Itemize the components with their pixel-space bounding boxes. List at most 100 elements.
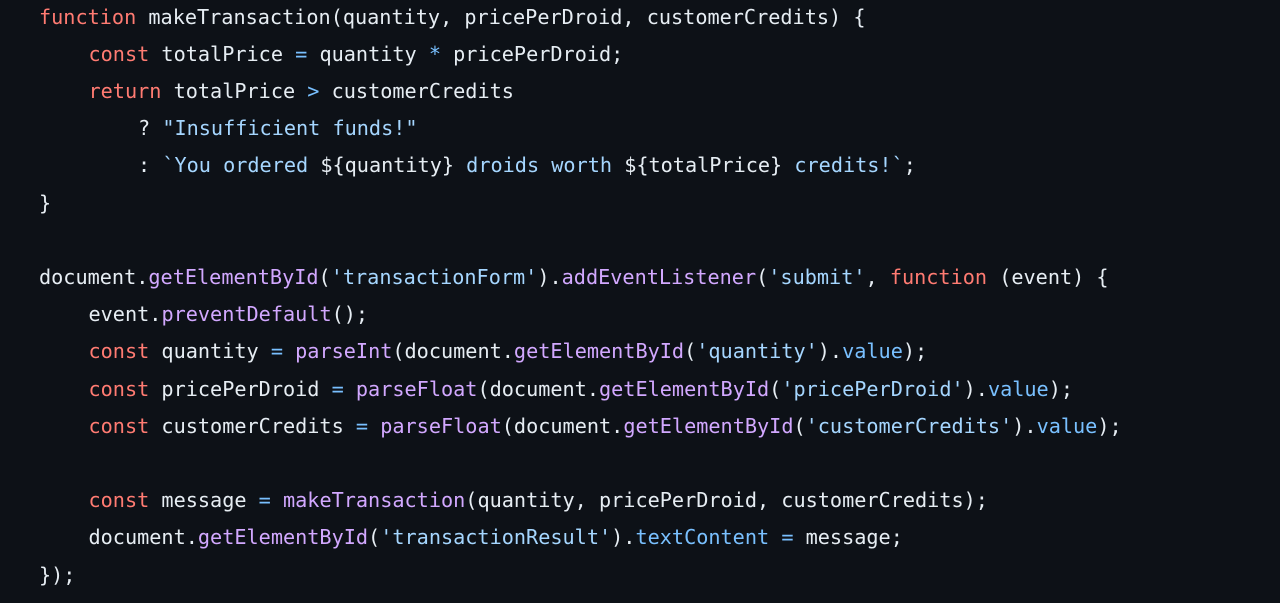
- code-token-default: pricePerDroid;: [441, 41, 624, 66]
- code-token-function: preventDefault: [161, 302, 332, 327]
- code-token-default: [271, 488, 283, 512]
- code-token-default: [344, 377, 356, 401]
- code-token-default: (event) {: [987, 264, 1109, 289]
- code-token-function: getElementById: [197, 525, 369, 550]
- code-token-default: totalPrice: [161, 78, 308, 103]
- code-token-string: 'submit': [768, 264, 866, 289]
- code-token-property: value: [987, 376, 1049, 401]
- code-token-keyword: function: [889, 264, 988, 289]
- code-token-default: });: [39, 562, 76, 587]
- code-token-function: addEventListener: [561, 264, 757, 289]
- code-token-function: getElementById: [599, 376, 770, 401]
- code-token-property: value: [1036, 413, 1098, 438]
- code-line: return totalPrice > customerCredits: [89, 73, 514, 110]
- code-token-keyword: function: [39, 4, 137, 29]
- code-line: const totalPrice = quantity * pricePerDr…: [89, 36, 624, 73]
- code-token-default: quantity: [307, 41, 429, 66]
- code-token-default: message: [149, 488, 259, 513]
- code-token-keyword: const: [88, 413, 150, 438]
- code-token-default: makeTransaction(quantity, pricePerDroid,…: [136, 4, 866, 29]
- code-token-default: :: [138, 153, 163, 178]
- code-token-function: getElementById: [148, 264, 319, 289]
- code-token-string: `You ordered: [162, 153, 321, 178]
- code-token-keyword: const: [88, 488, 150, 513]
- code-token-default: quantity: [149, 339, 271, 364]
- code-token-default: ).: [1012, 413, 1037, 438]
- code-token-default: message;: [793, 525, 903, 550]
- code-line: });: [39, 557, 75, 594]
- code-line: const pricePerDroid = parseFloat(documen…: [89, 371, 1074, 408]
- code-line: const quantity = parseInt(document.getEl…: [89, 333, 928, 370]
- code-token-default: (: [769, 376, 782, 401]
- code-line: }: [39, 185, 51, 222]
- code-line: ? "Insufficient funds!": [138, 110, 418, 147]
- code-token-default: ).: [817, 339, 843, 364]
- code-token-keyword: return: [88, 78, 162, 103]
- code-token-default: (: [756, 264, 769, 289]
- code-token-string: credits!`: [782, 153, 904, 178]
- code-token-keyword: const: [88, 41, 150, 66]
- code-token-operator: =: [781, 525, 794, 550]
- code-token-default: [769, 525, 781, 549]
- code-token-default: totalPrice: [149, 41, 296, 66]
- code-token-default: (: [793, 413, 806, 438]
- code-token-default: ).: [611, 525, 636, 550]
- code-token-default: (: [368, 525, 381, 550]
- code-token-string: 'pricePerDroid': [781, 376, 964, 401]
- code-token-default: customerCredits: [319, 78, 514, 103]
- code-token-default: ?: [138, 116, 163, 141]
- code-token-default: ,: [865, 264, 890, 289]
- code-line: const customerCredits = parseFloat(docum…: [89, 408, 1122, 445]
- code-token-string: "Insufficient funds!": [162, 116, 418, 141]
- code-token-default: );: [1048, 376, 1074, 401]
- code-token-string: 'transactionResult': [380, 525, 612, 550]
- code-token-function: makeTransaction: [282, 488, 466, 513]
- code-token-default: ();: [331, 302, 369, 327]
- code-token-default: ${quantity}: [320, 153, 455, 178]
- code-token-operator: >: [307, 78, 320, 103]
- code-token-operator: =: [355, 413, 369, 438]
- code-token-default: (: [684, 339, 697, 364]
- code-token-operator: =: [331, 376, 344, 401]
- code-token-default: [283, 339, 295, 363]
- code-token-string: 'quantity': [696, 339, 818, 364]
- code-token-default: ).: [537, 264, 562, 289]
- code-token-string: 'transactionForm': [330, 264, 538, 289]
- code-token-default: document.: [88, 525, 198, 550]
- code-token-default: [368, 414, 380, 438]
- code-block: function makeTransaction(quantity, price…: [0, 0, 1280, 603]
- code-token-default: ).: [963, 376, 988, 401]
- code-token-default: event.: [88, 302, 162, 327]
- code-token-default: ;: [903, 153, 916, 178]
- code-token-default: (: [318, 264, 331, 289]
- code-line: : `You ordered ${quantity} droids worth …: [138, 147, 916, 184]
- code-token-default: ${totalPrice}: [624, 153, 783, 178]
- code-token-property: textContent: [635, 525, 770, 550]
- code-token-function: getElementById: [623, 413, 794, 438]
- code-token-operator: *: [428, 41, 441, 66]
- code-token-keyword: const: [88, 376, 150, 401]
- code-token-default: }: [39, 190, 52, 215]
- code-token-operator: =: [270, 339, 283, 364]
- code-token-function: parseInt: [295, 339, 393, 364]
- code-line: event.preventDefault();: [89, 296, 369, 333]
- code-token-default: );: [1097, 413, 1122, 438]
- code-token-default: (quantity, pricePerDroid, customerCredit…: [465, 488, 988, 513]
- code-token-string: droids worth: [454, 153, 625, 178]
- code-line: const message = makeTransaction(quantity…: [89, 482, 988, 519]
- code-token-default: pricePerDroid: [149, 376, 332, 401]
- code-token-operator: =: [258, 488, 271, 513]
- code-token-function: parseFloat: [380, 413, 502, 438]
- code-token-default: customerCredits: [149, 413, 356, 438]
- code-token-default: );: [902, 339, 928, 364]
- code-token-function: parseFloat: [355, 376, 478, 401]
- code-token-default: (document.: [501, 413, 624, 438]
- code-token-property: value: [842, 339, 903, 364]
- code-line: document.getElementById('transactionResu…: [89, 519, 903, 556]
- code-token-operator: =: [295, 41, 308, 66]
- code-token-keyword: const: [88, 339, 150, 364]
- code-token-function: getElementById: [513, 339, 685, 364]
- code-token-default: (document.: [392, 339, 514, 364]
- code-token-default: (document.: [477, 376, 599, 401]
- code-token-default: document.: [39, 264, 149, 289]
